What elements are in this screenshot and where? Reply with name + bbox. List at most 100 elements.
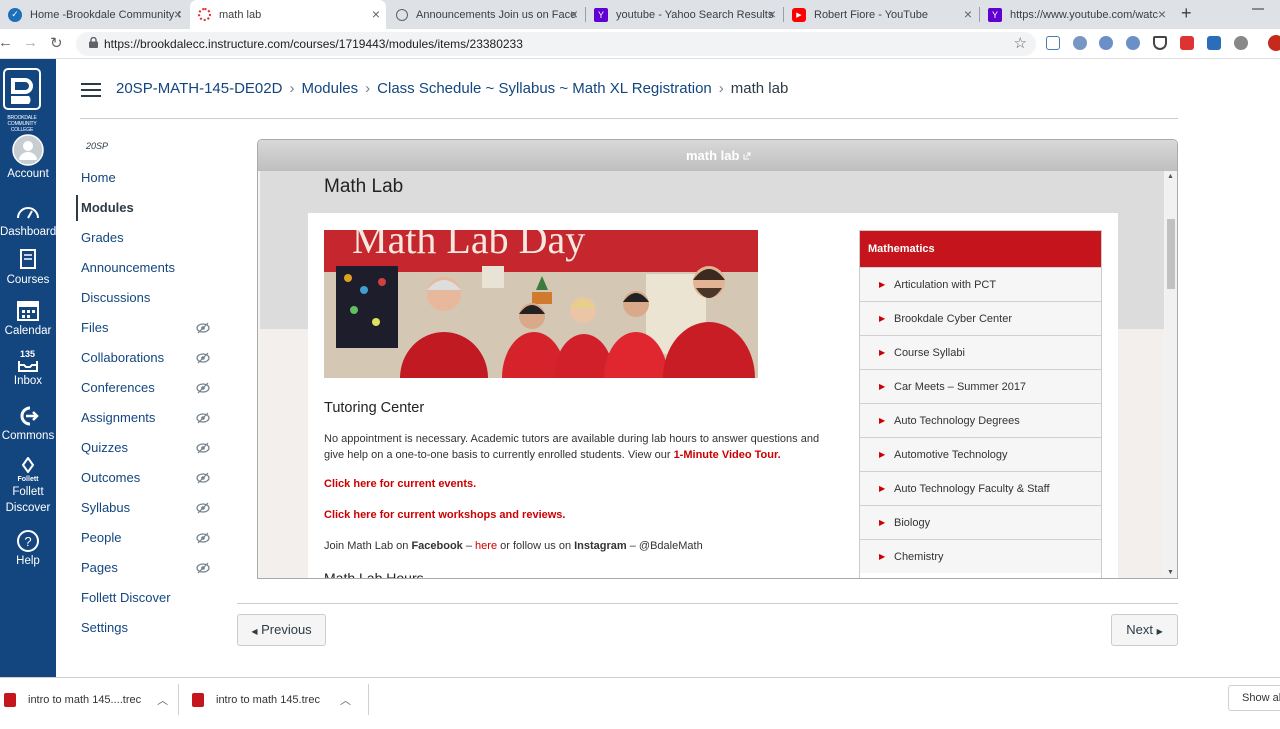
sidebar-link[interactable]: ▶ Biology (860, 505, 1101, 539)
minimize-window-icon[interactable] (1240, 0, 1280, 20)
extension-icon[interactable] (1207, 36, 1221, 50)
course-nav-syllabus[interactable]: Syllabus (76, 495, 210, 521)
course-nav-people[interactable]: People (76, 525, 210, 551)
rail-inbox[interactable]: 135 Inbox (0, 349, 56, 388)
hours-heading: Math Lab Hours (324, 570, 424, 578)
course-nav-outcomes[interactable]: Outcomes (76, 465, 210, 491)
browser-tab-active[interactable]: math lab × (190, 0, 386, 29)
sidebar-link-label: Course Syllabi (894, 347, 965, 359)
sidebar-link[interactable]: ▶ Car Meets – Summer 2017 (860, 369, 1101, 403)
term-label: 20SP (86, 141, 109, 151)
previous-label: Previous (261, 622, 312, 637)
course-nav-follett-discover[interactable]: Follett Discover (76, 585, 206, 611)
course-nav-files[interactable]: Files (76, 315, 210, 341)
close-tab-icon[interactable]: × (1158, 7, 1166, 21)
rail-courses[interactable]: Courses (0, 248, 56, 287)
scroll-up-icon[interactable]: ▲ (1167, 173, 1174, 180)
chevron-up-icon[interactable]: ︿ (340, 692, 351, 708)
trec-file-icon (4, 692, 16, 707)
course-nav-pages[interactable]: Pages (76, 555, 210, 581)
rail-account[interactable]: Account (0, 134, 56, 181)
close-tab-icon[interactable]: × (372, 7, 380, 21)
close-tab-icon[interactable]: × (174, 7, 182, 21)
reload-icon[interactable]: ↻ (50, 34, 63, 52)
rail-label: Dashboard (0, 226, 57, 238)
rail-dashboard[interactable]: Dashboard (0, 200, 56, 239)
extension-icon[interactable] (1234, 36, 1248, 50)
download-item[interactable]: intro to math 145....trec ︿ (4, 678, 168, 721)
course-nav-modules[interactable]: Modules (76, 195, 206, 221)
tab-title: Announcements Join us on Face (416, 8, 576, 21)
rail-commons[interactable]: Commons (0, 404, 56, 443)
brookdale-logo[interactable]: BROOKDALE COMMUNITY COLLEGE (2, 68, 42, 133)
user-avatar-icon (12, 134, 44, 166)
rail-label: Account (7, 168, 49, 180)
course-nav-quizzes[interactable]: Quizzes (76, 435, 210, 461)
course-nav-assignments[interactable]: Assignments (76, 405, 210, 431)
sidebar-link-label: Auto Technology Degrees (894, 415, 1020, 427)
browser-tab[interactable]: Announcements Join us on Face × (388, 0, 584, 29)
shield-extension-icon[interactable] (1153, 36, 1167, 50)
nav-label: Syllabus (81, 500, 131, 515)
browser-tab[interactable]: Y youtube - Yahoo Search Results × (586, 0, 782, 29)
new-tab-icon[interactable]: + (1181, 3, 1192, 24)
extension-icon[interactable] (1126, 36, 1140, 50)
workshops-link[interactable]: Click here for current workshops and rev… (324, 509, 565, 521)
course-nav-grades[interactable]: Grades (76, 225, 206, 251)
sidebar-link[interactable]: ▶ Articulation with PCT (860, 267, 1101, 301)
chevron-up-icon[interactable]: ︿ (157, 692, 168, 708)
sidebar-link[interactable]: ▶ Automotive Technology (860, 437, 1101, 471)
back-arrow-icon[interactable]: ← (0, 34, 13, 51)
extension-icon[interactable] (1073, 36, 1087, 50)
facebook-link[interactable]: here (475, 540, 497, 552)
pdf-extension-icon[interactable] (1180, 36, 1194, 50)
hamburger-menu-icon[interactable] (81, 83, 101, 97)
current-events-link[interactable]: Click here for current events. (324, 478, 476, 490)
course-nav-settings[interactable]: Settings (76, 615, 206, 641)
close-tab-icon[interactable]: × (570, 7, 578, 21)
rail-help[interactable]: ? Help (0, 529, 56, 568)
address-bar[interactable]: https://brookdalecc.instructure.com/cour… (76, 32, 1036, 56)
extension-icon[interactable] (1046, 36, 1060, 50)
rail-follett-discover[interactable]: Follett Follett Discover (0, 457, 56, 516)
section-paragraph: No appointment is necessary. Academic tu… (324, 431, 824, 463)
breadcrumb-course[interactable]: 20SP-MATH-145-DE02D (116, 80, 282, 97)
course-header: 20SP-MATH-145-DE02D › Modules › Class Schedu… (56, 59, 1280, 119)
forward-arrow-icon[interactable]: → (23, 34, 38, 51)
video-tour-link[interactable]: 1-Minute Video Tour. (674, 449, 781, 461)
close-tab-icon[interactable]: × (768, 7, 776, 21)
sidebar-link[interactable]: ▶ Brookdale Cyber Center (860, 301, 1101, 335)
sidebar-link[interactable]: ▶ Course Syllabi (860, 335, 1101, 369)
triangle-right-icon: ▶ (879, 314, 886, 323)
course-nav-home[interactable]: Home (76, 165, 206, 191)
hidden-eye-icon (196, 472, 210, 484)
course-nav-discussions[interactable]: Discussions (76, 285, 206, 311)
course-nav-collaborations[interactable]: Collaborations (76, 345, 210, 371)
extension-icon[interactable] (1099, 36, 1113, 50)
download-item[interactable]: intro to math 145.trec ︿ (192, 678, 351, 721)
sidebar-link[interactable]: ▶ Chemistry (860, 539, 1101, 573)
profile-avatar[interactable] (1268, 35, 1280, 51)
previous-button[interactable]: ◀ Previous (237, 614, 326, 646)
rail-label: Commons (1, 430, 55, 442)
breadcrumb-module[interactable]: Class Schedule ~ Syllabus ~ Math XL Regi… (377, 80, 712, 97)
sidebar-link[interactable]: ▶ Auto Technology Degrees (860, 403, 1101, 437)
scroll-down-icon[interactable]: ▼ (1167, 569, 1174, 576)
browser-tab[interactable]: ✓ Home -Brookdale Community C × (0, 0, 188, 29)
nav-label: Announcements (81, 260, 175, 275)
breadcrumb-modules[interactable]: Modules (301, 80, 358, 97)
browser-tab[interactable]: Y https://www.youtube.com/watc × (980, 0, 1172, 29)
course-nav-conferences[interactable]: Conferences (76, 375, 210, 401)
bookmark-star-icon[interactable]: ☆ (1014, 34, 1027, 52)
scrollbar-thumb[interactable] (1167, 219, 1175, 289)
course-nav-announcements[interactable]: Announcements (76, 255, 206, 281)
sidebar-link[interactable]: ▶ Auto Technology Faculty & Staff (860, 471, 1101, 505)
frame-title-link[interactable]: math lab (686, 148, 739, 163)
nav-label: Follett Discover (81, 590, 171, 605)
show-all-downloads-button[interactable]: Show all (1228, 685, 1280, 711)
browser-tab[interactable]: ▶ Robert Fiore - YouTube × (784, 0, 978, 29)
frame-scrollbar[interactable]: ▲ ▼ (1165, 171, 1177, 578)
next-button[interactable]: Next ▶ (1111, 614, 1178, 646)
close-tab-icon[interactable]: × (964, 7, 972, 21)
rail-calendar[interactable]: Calendar (0, 299, 56, 338)
